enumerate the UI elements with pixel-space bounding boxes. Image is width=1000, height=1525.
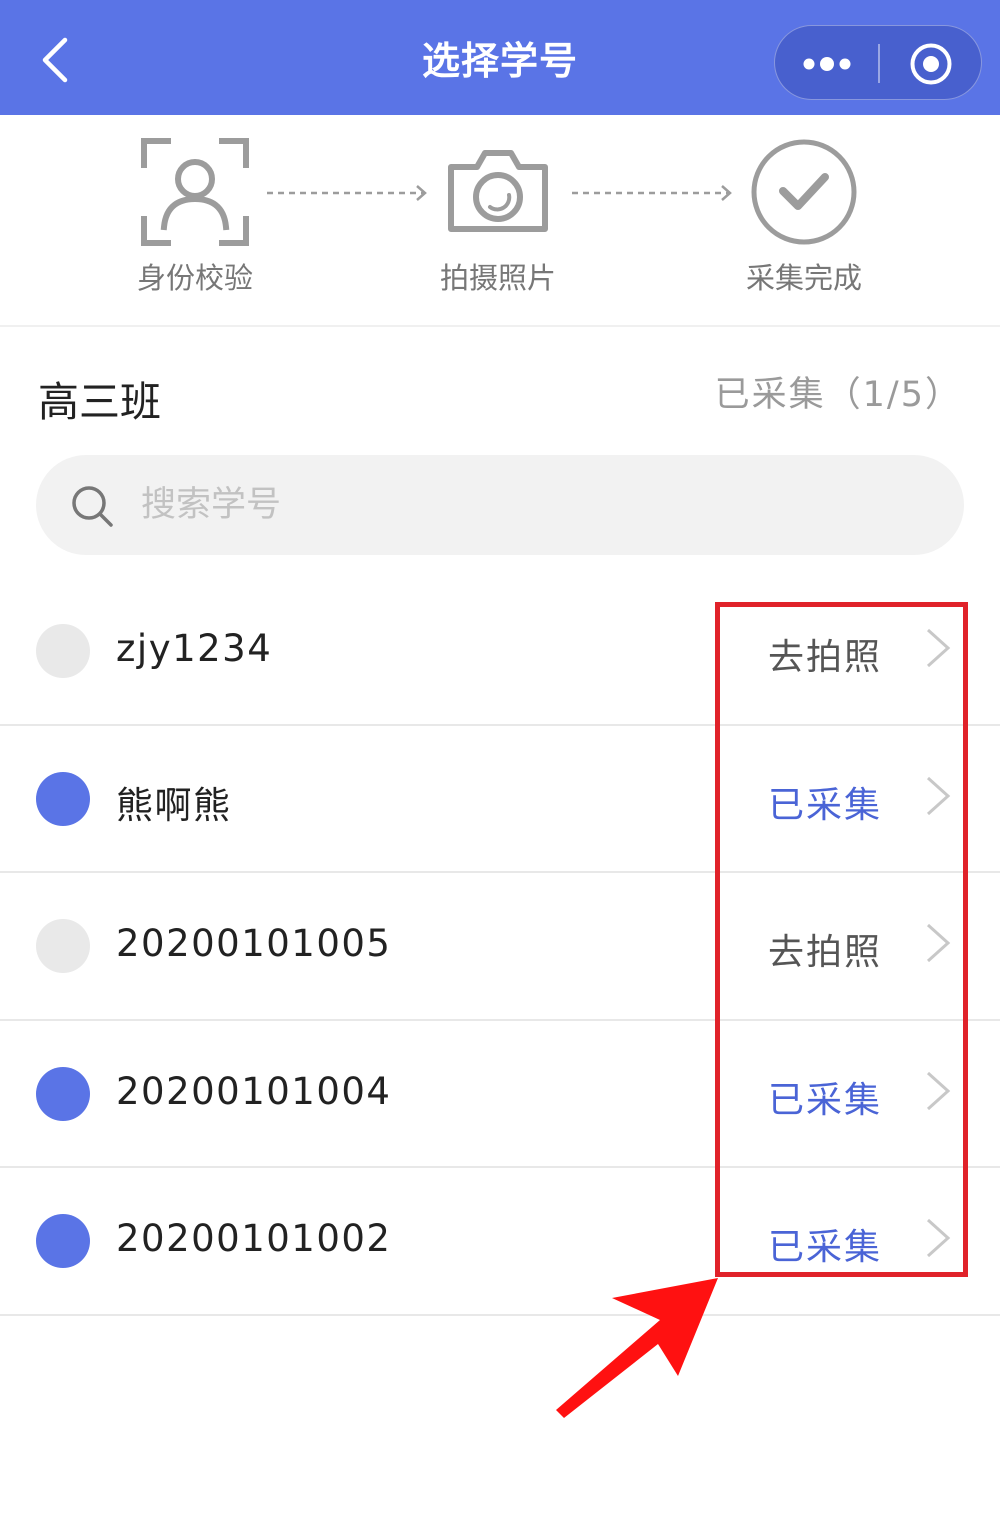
status-dot — [36, 919, 90, 973]
step-complete: 采集完成 — [704, 115, 904, 327]
step-label: 身份校验 — [136, 261, 253, 295]
check-circle-icon — [751, 139, 857, 245]
step-identity: 身份校验 — [95, 115, 295, 327]
more-button[interactable] — [775, 26, 879, 101]
ellipsis-icon — [803, 56, 851, 71]
search-icon — [72, 486, 113, 527]
status-dot — [36, 624, 90, 678]
target-circle-icon — [910, 43, 952, 84]
student-id: zjy1234 — [116, 627, 273, 670]
nav-bar: 选择学号 — [0, 0, 1000, 115]
progress-steps: 身份校验 拍摄照片 采集完成 — [0, 115, 1000, 327]
collected-count: 已采集（1/5） — [714, 375, 962, 415]
student-id: 20200101004 — [116, 1069, 392, 1113]
step-label: 拍摄照片 — [439, 261, 556, 295]
mini-program-capsule — [774, 25, 982, 100]
status-dot — [36, 771, 90, 826]
camera-icon — [448, 150, 548, 232]
search-input[interactable] — [141, 477, 921, 533]
student-id: 熊啊熊 — [116, 783, 232, 827]
annotation-highlight-box — [715, 602, 968, 1277]
face-scan-icon — [141, 138, 249, 246]
status-dot — [36, 1214, 90, 1268]
class-name: 高三班 — [38, 378, 161, 426]
close-button[interactable] — [879, 26, 983, 101]
step-photo: 拍摄照片 — [398, 115, 598, 327]
student-id: 20200101005 — [116, 922, 392, 965]
annotation-arrow-icon — [556, 1278, 718, 1418]
student-id: 20200101002 — [116, 1217, 392, 1260]
status-dot — [36, 1066, 90, 1121]
search-bar[interactable] — [36, 455, 964, 555]
step-label: 采集完成 — [745, 261, 862, 295]
